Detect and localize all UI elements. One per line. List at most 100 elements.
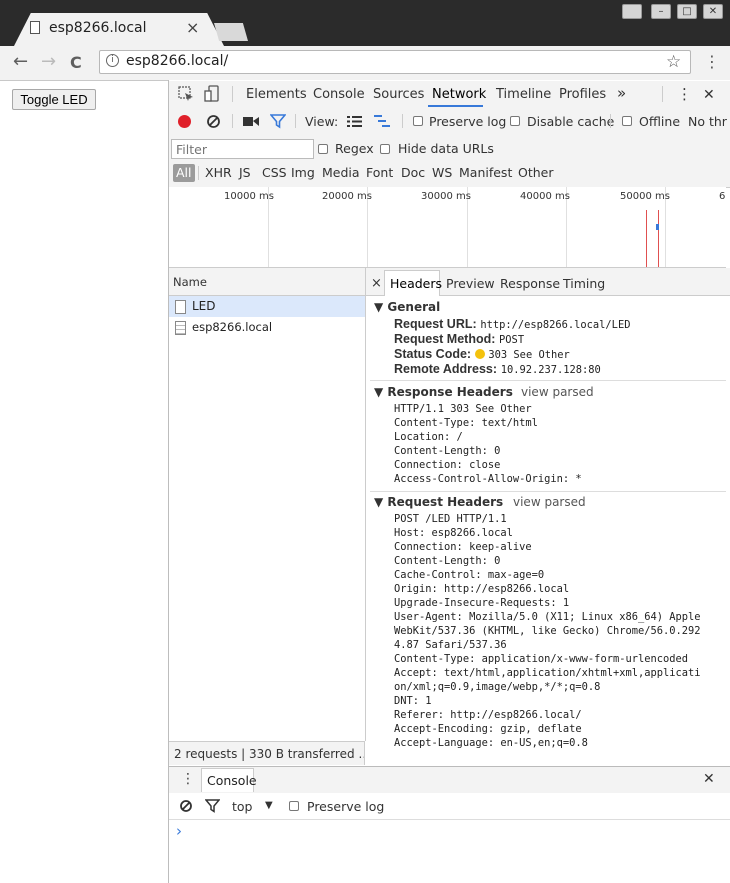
filter-input[interactable] [171, 139, 314, 159]
header-line: WebKit/537.36 (KHTML, like Gecko) Chrome… [394, 625, 701, 637]
divider [232, 114, 233, 128]
filter-type-css[interactable]: CSS [262, 165, 287, 180]
divider [610, 114, 611, 128]
general-section-toggle[interactable]: ▼ General [374, 300, 440, 314]
console-preserve-log-checkbox[interactable] [289, 801, 299, 811]
view-parsed-link[interactable]: view parsed [513, 495, 586, 509]
header-line: on/xml;q=0.9,image/webp,*/*;q=0.8 [394, 681, 601, 693]
request-list [169, 296, 366, 741]
filter-type-other[interactable]: Other [518, 165, 554, 180]
tab-sources[interactable]: Sources [373, 87, 424, 102]
request-method-row: Request Method: POST [394, 332, 524, 346]
waterfall-overview-icon[interactable] [374, 115, 390, 127]
remote-address-row: Remote Address: 10.92.237.128:80 [394, 362, 601, 376]
large-rows-icon[interactable] [347, 116, 362, 127]
header-line: HTTP/1.1 303 See Other [394, 403, 532, 415]
header-line: Upgrade-Insecure-Requests: 1 [394, 597, 570, 609]
request-file-icon [175, 300, 186, 314]
back-icon[interactable]: ← [13, 51, 28, 72]
header-line: Accept-Encoding: gzip, deflate [394, 723, 582, 735]
filter-type-js[interactable]: JS [239, 165, 251, 180]
header-line: POST /LED HTTP/1.1 [394, 513, 507, 525]
tab-preview[interactable]: Preview [446, 276, 495, 291]
response-headers-toggle[interactable]: ▼ Response Headers [374, 385, 513, 399]
url-text[interactable]: esp8266.local/ [126, 53, 228, 69]
status-code-row: Status Code: 303 See Other [394, 347, 570, 361]
offline-label: Offline [639, 114, 681, 129]
maximize-icon[interactable]: □ [677, 4, 697, 19]
detail-close-icon[interactable]: × [371, 276, 382, 291]
filter-funnel-icon[interactable] [270, 114, 286, 129]
regex-checkbox[interactable] [318, 144, 328, 154]
window-extra-button[interactable] [622, 4, 642, 19]
devtools-menu-icon[interactable]: ⋮ [677, 85, 692, 103]
regex-label: Regex [335, 141, 374, 156]
screenshot-camera-icon[interactable] [243, 116, 259, 127]
header-line: Location: / [394, 431, 463, 443]
tab-network[interactable]: Network [432, 87, 486, 102]
console-toolbar [169, 793, 730, 820]
tab-response[interactable]: Response [500, 276, 560, 291]
more-tabs-icon[interactable]: » [617, 84, 626, 102]
reload-icon[interactable]: C [70, 53, 82, 72]
forward-icon[interactable]: → [41, 51, 56, 72]
filter-type-manifest[interactable]: Manifest [459, 165, 512, 180]
tab-timing[interactable]: Timing [563, 276, 605, 291]
filter-type-font[interactable]: Font [366, 165, 393, 180]
inspect-element-icon[interactable] [178, 86, 194, 102]
chevron-down-icon[interactable]: ▼ [265, 800, 273, 811]
hide-data-urls-checkbox[interactable] [380, 144, 390, 154]
tab-elements[interactable]: Elements [246, 87, 307, 102]
filter-type-ws[interactable]: WS [432, 165, 452, 180]
record-icon[interactable] [178, 115, 191, 128]
request-headers-toggle[interactable]: ▼ Request Headers [374, 495, 503, 509]
clear-console-icon[interactable] [179, 799, 193, 813]
console-input[interactable] [190, 822, 720, 862]
clear-icon[interactable] [206, 114, 221, 129]
filter-type-xhr[interactable]: XHR [205, 165, 232, 180]
filter-type-img[interactable]: Img [291, 165, 315, 180]
tab-close-icon[interactable]: × [186, 18, 199, 37]
console-tab-label: Console [207, 773, 257, 788]
drawer-close-icon[interactable]: ✕ [703, 771, 715, 787]
preserve-log-checkbox[interactable] [413, 116, 423, 126]
tab-console[interactable]: Console [313, 87, 365, 102]
console-filter-icon[interactable] [205, 799, 220, 813]
info-icon[interactable]: i [106, 54, 119, 67]
timeline-tick-label: 20000 ms [322, 191, 372, 202]
bookmark-star-icon[interactable]: ☆ [666, 52, 681, 72]
header-line: Accept: text/html,application/xhtml+xml,… [394, 667, 701, 679]
throttling-select[interactable]: No thr [688, 114, 727, 129]
request-method-value: POST [499, 334, 525, 346]
window-close-icon[interactable]: ✕ [703, 4, 723, 19]
console-prompt-icon[interactable]: › [176, 822, 182, 840]
page-icon [30, 21, 40, 34]
disable-cache-checkbox[interactable] [510, 116, 520, 126]
divider [295, 114, 296, 128]
tab-profiles[interactable]: Profiles [559, 87, 606, 102]
tab-headers[interactable]: Headers [390, 276, 442, 291]
view-parsed-link[interactable]: view parsed [521, 385, 594, 399]
offline-checkbox[interactable] [622, 116, 632, 126]
minimize-icon[interactable]: – [651, 4, 671, 19]
timeline-tick-label: 30000 ms [421, 191, 471, 202]
tab-timeline[interactable]: Timeline [496, 87, 551, 102]
filter-type-all[interactable]: All [173, 164, 195, 182]
toggle-led-button[interactable]: Toggle LED [12, 89, 96, 110]
header-line: Cache-Control: max-age=0 [394, 569, 545, 581]
filter-type-media[interactable]: Media [322, 165, 360, 180]
devtools-close-icon[interactable]: ✕ [703, 87, 715, 103]
drawer-menu-icon[interactable]: ⋮ [181, 771, 195, 787]
divider [662, 86, 663, 102]
timeline-request-bar [656, 224, 659, 230]
browser-menu-icon[interactable]: ⋮ [704, 52, 720, 71]
console-context-select[interactable]: top [232, 799, 252, 814]
filter-type-doc[interactable]: Doc [401, 165, 425, 180]
request-name: LED [192, 299, 216, 313]
header-line: User-Agent: Mozilla/5.0 (X11; Linux x86_… [394, 611, 701, 623]
new-tab-button[interactable] [214, 23, 248, 41]
timeline-tick-label: 40000 ms [520, 191, 570, 202]
remote-address-label: Remote Address: [394, 362, 498, 376]
section-divider [370, 491, 726, 492]
device-toolbar-icon[interactable] [204, 85, 220, 103]
